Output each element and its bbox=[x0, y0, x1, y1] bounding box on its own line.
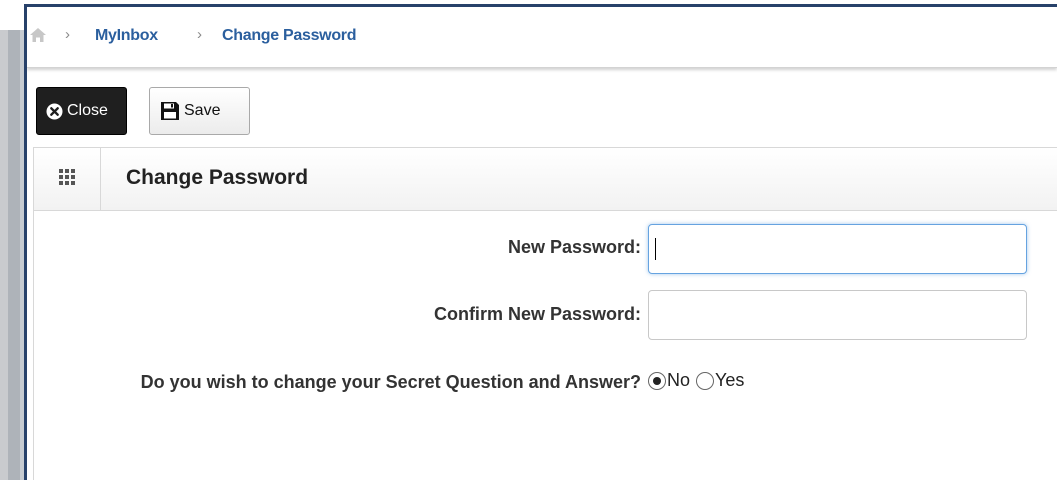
breadcrumb-item-change-password[interactable]: Change Password bbox=[222, 27, 357, 45]
chevron-right-icon: › bbox=[65, 26, 70, 43]
change-password-form: New Password: Confirm New Password: Do y… bbox=[33, 210, 1057, 480]
save-button-label: Save bbox=[184, 102, 221, 119]
close-button[interactable]: Close bbox=[36, 87, 127, 135]
grid-menu-button[interactable] bbox=[34, 148, 101, 210]
new-password-field[interactable] bbox=[648, 224, 1027, 274]
radio-no-label[interactable]: No bbox=[667, 370, 690, 391]
background-strip bbox=[0, 0, 28, 480]
radio-no[interactable] bbox=[648, 371, 666, 390]
breadcrumb: › MyInbox › Change Password bbox=[27, 7, 1057, 68]
app-window: › MyInbox › Change Password Close Save C… bbox=[24, 4, 1057, 480]
breadcrumb-item-myinbox[interactable]: MyInbox bbox=[95, 27, 158, 45]
chevron-right-icon: › bbox=[197, 26, 202, 43]
text-caret bbox=[655, 238, 656, 260]
radio-yes[interactable] bbox=[696, 371, 715, 390]
secret-question-radio-group: No Yes bbox=[648, 370, 750, 391]
close-circle-icon bbox=[46, 103, 63, 120]
close-button-label: Close bbox=[67, 102, 108, 119]
secret-question-prompt: Do you wish to change your Secret Questi… bbox=[140, 372, 641, 392]
panel-title: Change Password bbox=[126, 166, 309, 189]
radio-selected-dot bbox=[653, 376, 661, 385]
new-password-label: New Password: bbox=[507, 237, 641, 257]
floppy-disk-icon bbox=[160, 101, 180, 121]
grid-icon bbox=[59, 168, 75, 190]
radio-yes-label[interactable]: Yes bbox=[715, 370, 744, 391]
confirm-password-field[interactable] bbox=[648, 290, 1027, 340]
save-button[interactable]: Save bbox=[149, 87, 250, 135]
confirm-password-label: Confirm New Password: bbox=[433, 304, 641, 324]
toolbar: Close Save bbox=[27, 87, 1057, 137]
home-icon[interactable] bbox=[29, 27, 47, 43]
panel-header: Change Password bbox=[33, 147, 1057, 211]
